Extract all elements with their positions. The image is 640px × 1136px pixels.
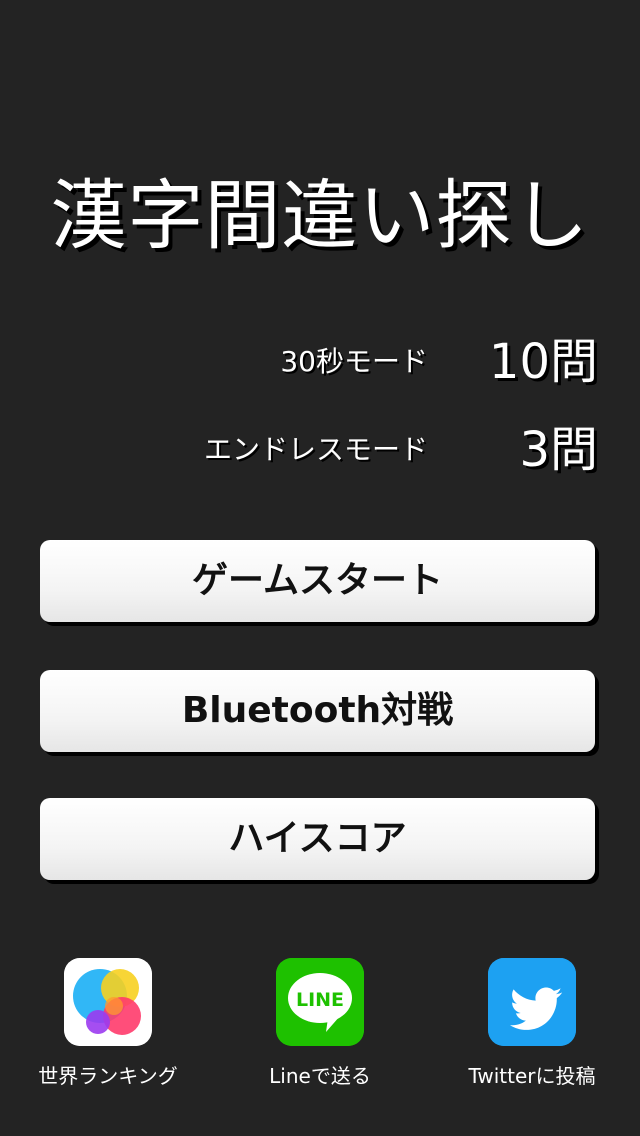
line-icon[interactable]: LINE [276,958,364,1046]
mode-label-endless: エンドレスモード [203,433,428,466]
high-score-button[interactable]: ハイスコア [40,798,595,880]
mode-score-endless: 3問 [519,422,598,478]
game-center-icon[interactable] [64,958,152,1046]
world-ranking-share[interactable]: 世界ランキング [8,958,208,1098]
score-row-endless: エンドレスモード 3問 [0,420,640,480]
game-start-button[interactable]: ゲームスタート [40,540,595,622]
main-menu-screen: 漢字間違い探し 30秒モード 10問 エンドレスモード 3問 ゲームスタート B… [0,0,640,1136]
score-row-30sec: 30秒モード 10問 [0,332,640,392]
line-share-label: Lineで送る [269,1064,371,1088]
line-logo-text: LINE [296,989,344,1011]
twitter-bird-icon[interactable] [488,958,576,1046]
mode-label-30sec: 30秒モード [280,345,428,378]
bluetooth-battle-button[interactable]: Bluetooth対戦 [40,670,595,752]
app-title: 漢字間違い探し [50,171,590,260]
twitter-share[interactable]: Twitterに投稿 [432,958,632,1098]
world-ranking-label: 世界ランキング [38,1064,178,1088]
twitter-share-label: Twitterに投稿 [468,1064,596,1088]
line-share[interactable]: LINE Lineで送る [220,958,420,1098]
mode-score-30sec: 10問 [488,334,598,390]
